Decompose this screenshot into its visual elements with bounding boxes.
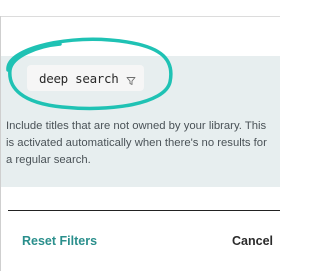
footer-divider (8, 210, 280, 211)
filter-funnel-icon (126, 73, 136, 85)
deep-search-chip[interactable]: deep search (27, 65, 144, 91)
deep-search-hint: Include titles that are not owned by you… (6, 120, 267, 166)
deep-search-chip-label: deep search (39, 70, 119, 86)
dialog-top-border (1, 16, 280, 17)
reset-filters-button[interactable]: Reset Filters (22, 234, 97, 248)
cancel-button[interactable]: Cancel (232, 234, 273, 248)
